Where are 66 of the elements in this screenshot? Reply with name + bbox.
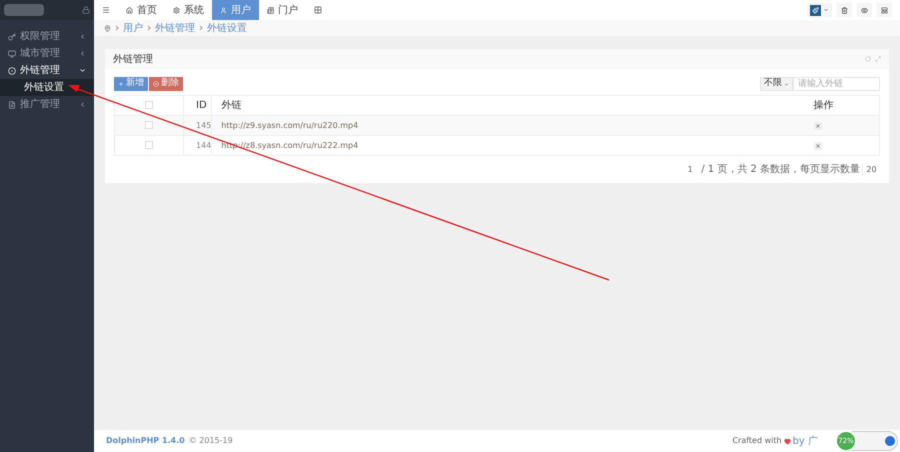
sidebar-item[interactable]: 外链管理 [0,62,94,79]
footer-copyright: © 2015-19 [188,435,233,447]
breadcrumb-link[interactable]: 用户 [123,20,143,36]
breadcrumb-link[interactable]: 外链管理 [155,20,195,36]
chevron-left-icon [79,33,86,40]
delete-button[interactable] [814,142,822,150]
brush-icon [810,4,821,16]
nav-tab[interactable]: 用户 [212,0,259,20]
delete-icon [153,81,159,87]
nav-tab[interactable]: 首页 [118,0,165,20]
column-header: ID [196,100,207,111]
pagination-info: / 1 页，共 2 条数据，每页显示数量 [701,162,860,177]
view-button[interactable] [857,3,872,17]
chevron-left-icon [79,101,86,108]
nav-icon [220,6,227,14]
chevron-right-icon [147,25,151,31]
plus-icon [118,81,124,87]
sidebar-subitem[interactable]: 外链设置 [0,79,94,96]
search-field[interactable]: 请输入外链 [793,77,880,91]
nav-icon [126,6,133,14]
table-cell: http://z9.syasn.com/ru/ru220.mp4 [221,120,358,130]
table-cell: 145 [196,120,212,130]
checkbox[interactable] [145,121,153,130]
footer-brand[interactable]: DolphinPHP 1.4.0 [106,435,185,447]
close-icon [814,142,820,148]
add-button[interactable]: 新增 [114,77,148,91]
column-header: 操作 [814,100,834,111]
chevron-down-icon [79,67,86,74]
sidebar-item[interactable]: 城市管理 [0,45,94,62]
nav-icon [173,6,180,14]
checkbox[interactable] [145,141,153,150]
trash-icon [841,6,848,14]
theme-button[interactable] [807,3,832,17]
sidebar-item[interactable]: 权限管理 [0,28,94,45]
delete-button[interactable] [814,122,822,130]
panel-icon [881,6,888,14]
footer-credit: Crafted with [732,435,782,447]
lock-icon[interactable] [82,6,90,14]
nav-tab[interactable]: 系统 [165,0,212,20]
trash-button[interactable] [837,3,852,17]
sidebar-item[interactable]: 推广管理 [0,96,94,113]
column-header: 外链 [221,100,242,111]
filter-dropdown[interactable]: 不限 [760,77,793,91]
info-icon [885,436,895,446]
chevron-left-icon [79,50,86,57]
logo-icon [4,4,44,16]
table-cell: 144 [196,140,212,150]
chevron-right-icon [199,25,203,31]
location-icon [104,24,111,32]
breadcrumb-link[interactable]: 外链设置 [207,20,247,36]
heart-icon [784,438,791,444]
nav-tab[interactable]: 门户 [259,0,306,20]
checkbox[interactable] [145,101,153,110]
eye-icon [861,6,868,14]
close-icon [814,122,820,128]
panel-button[interactable] [877,3,892,17]
page-size-input[interactable]: 20 [862,164,880,176]
caret-icon [784,82,789,86]
nav-icon [267,6,274,14]
caret-icon [823,7,829,13]
card-title: 外链管理 [113,52,154,66]
grid-icon[interactable] [314,6,322,14]
page-input[interactable]: 1 [681,164,700,176]
footer-credit-link[interactable]: by 广 [792,434,818,448]
chevron-right-icon [115,25,119,31]
delete-button[interactable]: 删除 [149,77,183,91]
